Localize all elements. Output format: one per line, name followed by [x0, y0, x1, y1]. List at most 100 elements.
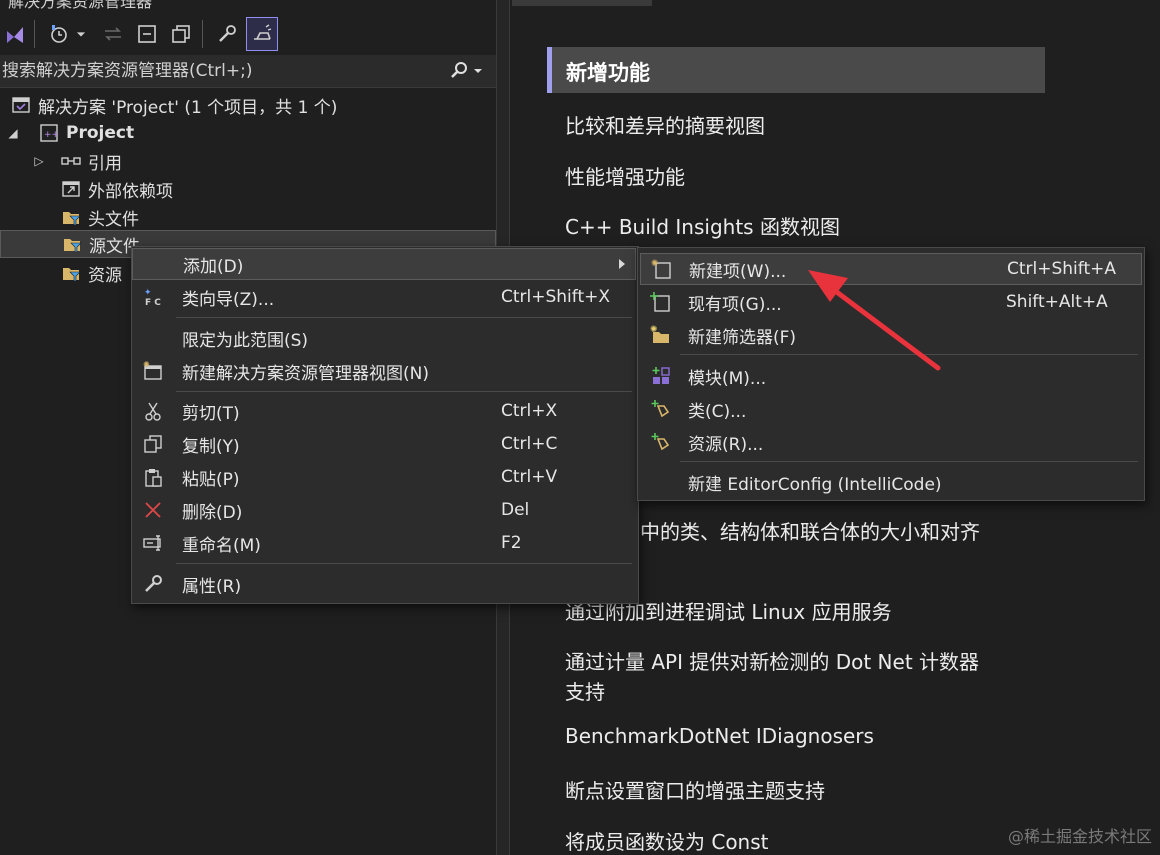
- menu-item-class-wizard[interactable]: ✦ F C 类向导(Z)... Ctrl+Shift+X: [132, 281, 636, 313]
- collapse-all-icon[interactable]: [132, 18, 162, 50]
- submenu-item-class[interactable]: 类(C)...: [640, 393, 1142, 425]
- menu-item-shortcut: Shift+Alt+A: [1006, 292, 1108, 312]
- menu-item-delete[interactable]: 删除(D) Del: [132, 494, 636, 526]
- properties-wrench-icon[interactable]: [212, 18, 242, 50]
- menu-item-rename[interactable]: 重命名(M) F2: [132, 527, 636, 559]
- menu-item-shortcut: Ctrl+Shift+X: [501, 287, 611, 307]
- watermark: @稀土掘金技术社区: [1007, 827, 1152, 846]
- new-item-icon: ✺: [649, 256, 675, 282]
- svg-text:++: ++: [44, 130, 59, 140]
- tree-node-project[interactable]: ◢ ++ Project: [0, 119, 502, 147]
- delete-x-icon: [140, 497, 166, 523]
- whats-new-link[interactable]: 通过计量 API 提供对新检测的 Dot Net 计数器: [565, 646, 979, 675]
- solution-explorer-search: [0, 55, 496, 88]
- filter-folder-icon: [60, 206, 82, 228]
- sync-with-document-icon[interactable]: [98, 18, 128, 50]
- search-icon[interactable]: [446, 59, 486, 83]
- tree-node-header-files-label: 头文件: [88, 209, 139, 230]
- solution-explorer-toolbar: [0, 14, 496, 54]
- tree-node-header-files[interactable]: 头文件: [0, 203, 556, 231]
- tree-node-solution[interactable]: 解决方案 'Project' (1 个项目，共 1 个): [0, 91, 506, 119]
- tree-node-references-label: 引用: [88, 153, 122, 174]
- svg-text:✺: ✺: [650, 325, 658, 335]
- svg-text:✺: ✺: [143, 360, 150, 369]
- tree-node-external-deps-label: 外部依赖项: [88, 181, 173, 202]
- submenu-item-new-editorconfig[interactable]: 新建 EditorConfig (IntelliCode): [640, 466, 1142, 498]
- rename-icon: [140, 530, 166, 556]
- tree-node-external-deps[interactable]: 外部依赖项: [0, 175, 556, 203]
- toolbar-separator: [34, 20, 35, 48]
- menu-item-label: 新建项(W)...: [689, 261, 787, 282]
- menu-item-label: 添加(D): [183, 256, 244, 277]
- wrench-icon: [140, 571, 166, 597]
- whats-new-header-label: 新增功能: [566, 61, 650, 85]
- menu-item-label: 类(C)...: [688, 401, 747, 422]
- menu-item-label: 删除(D): [182, 502, 243, 523]
- search-input[interactable]: [0, 55, 442, 87]
- whats-new-link[interactable]: 息中的类、结构体和联合体的大小和对齐: [620, 516, 980, 545]
- svg-text:F C: F C: [145, 298, 161, 308]
- menu-item-shortcut: Ctrl+X: [501, 401, 558, 421]
- preview-selected-items-icon[interactable]: [246, 17, 278, 51]
- show-all-files-icon[interactable]: [166, 18, 196, 50]
- vs-switch-views-icon[interactable]: [0, 18, 30, 50]
- whats-new-header: 新增功能: [547, 47, 1045, 93]
- whats-new-link[interactable]: 断点设置窗口的增强主题支持: [565, 775, 825, 804]
- tree-node-solution-label: 解决方案 'Project' (1 个项目，共 1 个): [38, 97, 338, 118]
- class-icon: [648, 396, 674, 422]
- toolbar-separator: [202, 20, 203, 48]
- existing-item-icon: [648, 289, 674, 315]
- search-options-chevron-icon[interactable]: [473, 66, 483, 76]
- whats-new-link[interactable]: 性能增强功能: [565, 161, 685, 190]
- new-filter-icon: ✺: [648, 322, 674, 348]
- menu-item-add[interactable]: 添加(D): [132, 248, 636, 280]
- whats-new-link[interactable]: BenchmarkDotNet IDiagnosers: [565, 724, 874, 748]
- menu-item-shortcut: Ctrl+Shift+A: [1007, 259, 1117, 279]
- menu-item-scope-to-this[interactable]: 限定为此范围(S): [132, 322, 636, 354]
- filter-folder-icon: [60, 262, 82, 284]
- whats-new-link[interactable]: 将成员函数设为 Const: [565, 826, 769, 855]
- history-dropdown-chevron-icon[interactable]: [72, 18, 90, 50]
- menu-item-shortcut: Ctrl+C: [501, 434, 558, 454]
- menu-item-label: 类向导(Z)...: [182, 289, 275, 310]
- pending-changes-history-icon[interactable]: [44, 18, 74, 50]
- class-wizard-icon: ✦ F C: [140, 284, 166, 310]
- red-annotation-arrow-icon: [808, 270, 941, 371]
- whats-new-link[interactable]: C++ Build Insights 函数视图: [565, 211, 840, 240]
- whats-new-link[interactable]: 支持: [565, 676, 605, 705]
- expanded-triangle-icon[interactable]: ◢: [6, 126, 20, 140]
- menu-item-label: 资源(R)...: [688, 434, 764, 455]
- menu-separator: [176, 563, 632, 564]
- solution-explorer-title: 解决方案资源管理器: [0, 0, 496, 10]
- menu-item-label: 复制(Y): [182, 436, 240, 457]
- menu-item-label: 新建解决方案资源管理器视图(N): [182, 363, 429, 384]
- menu-item-paste[interactable]: 粘贴(P) Ctrl+V: [132, 461, 636, 493]
- solution-icon: [10, 94, 32, 116]
- new-view-icon: ✺: [140, 358, 166, 384]
- collapsed-triangle-icon[interactable]: ▷: [32, 154, 46, 168]
- resource-icon: [648, 429, 674, 455]
- menu-item-label: 剪切(T): [182, 403, 240, 424]
- menu-item-properties[interactable]: 属性(R): [132, 568, 636, 600]
- solution-explorer-title-text: 解决方案资源管理器: [8, 0, 153, 10]
- menu-item-copy[interactable]: 复制(Y) Ctrl+C: [132, 428, 636, 460]
- document-tab[interactable]: [512, 0, 652, 6]
- menu-item-cut[interactable]: 剪切(T) Ctrl+X: [132, 395, 636, 427]
- menu-item-label: 限定为此范围(S): [182, 330, 309, 351]
- scissors-icon: [140, 398, 166, 424]
- tree-node-references[interactable]: ▷ 引用: [0, 147, 528, 175]
- whats-new-link[interactable]: 比较和差异的摘要视图: [565, 110, 765, 139]
- svg-text:✦: ✦: [144, 288, 152, 298]
- menu-separator: [680, 461, 1138, 462]
- context-menu: 添加(D) ✦ F C 类向导(Z)... Ctrl+Shift+X 限定为此范围…: [131, 246, 639, 604]
- svg-text:✺: ✺: [651, 259, 659, 269]
- paste-icon: [140, 464, 166, 490]
- references-icon: [60, 150, 82, 172]
- menu-item-shortcut: Ctrl+V: [501, 467, 558, 487]
- tree-node-resource-files-label: 资源: [88, 265, 122, 286]
- copy-icon: [140, 431, 166, 457]
- menu-item-label: 属性(R): [182, 576, 242, 597]
- menu-item-new-explorer-view[interactable]: ✺ 新建解决方案资源管理器视图(N): [132, 355, 636, 387]
- menu-item-label: 模块(M)...: [688, 368, 767, 389]
- submenu-item-resource[interactable]: 资源(R)...: [640, 426, 1142, 458]
